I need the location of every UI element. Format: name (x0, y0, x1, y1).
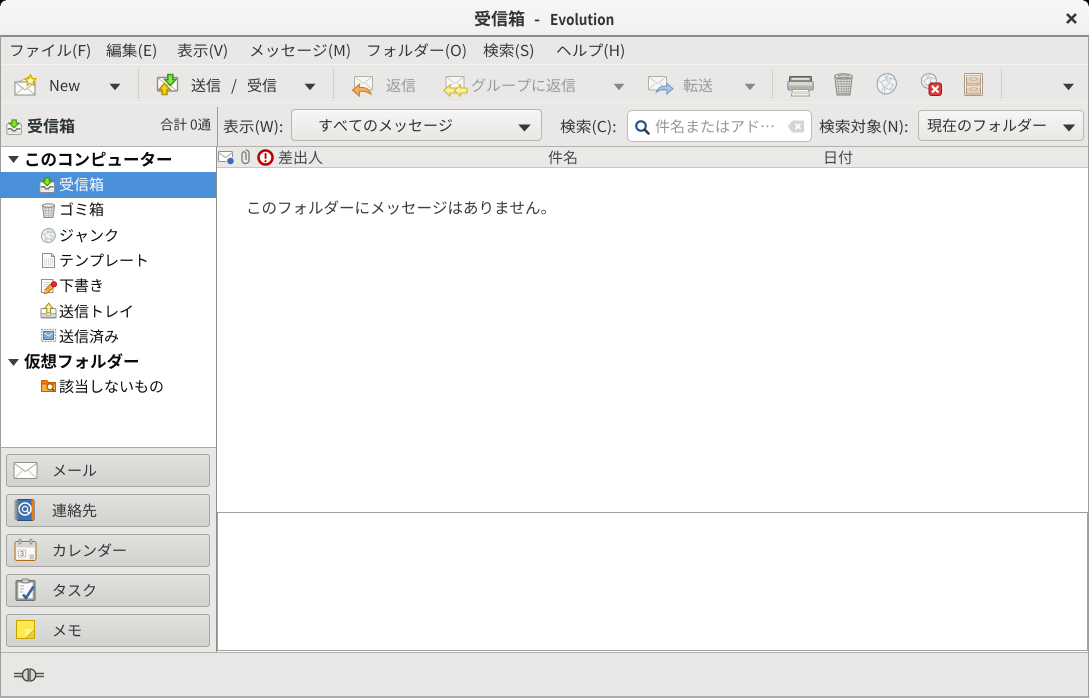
svg-text:3: 3 (20, 551, 24, 558)
